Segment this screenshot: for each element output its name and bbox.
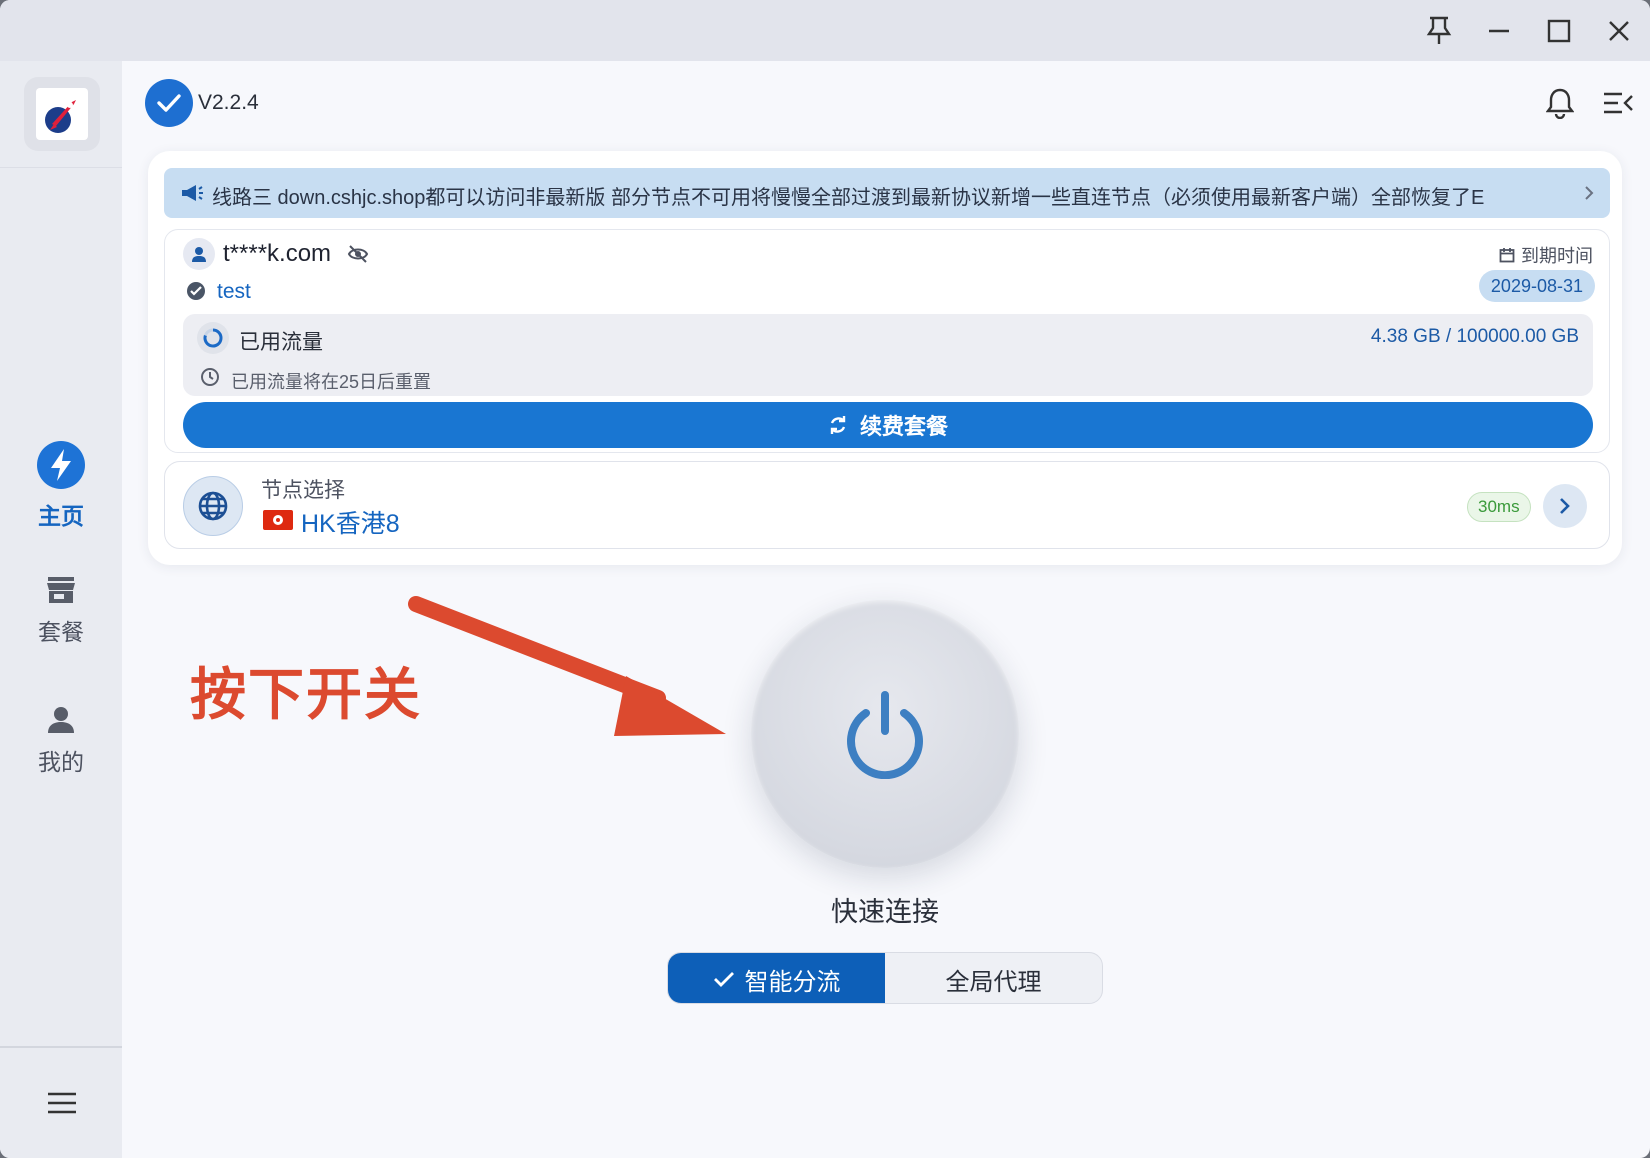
node-arrow-button[interactable] bbox=[1543, 484, 1587, 528]
check-icon bbox=[157, 94, 181, 112]
chevron-right-icon bbox=[1585, 186, 1594, 200]
minimize-icon bbox=[1489, 29, 1509, 33]
minimize-button[interactable] bbox=[1476, 8, 1522, 54]
account-info: t****k.com test 到期时间 2029-08-31 已用流量 4.3… bbox=[164, 229, 1610, 453]
mode-global-proxy[interactable]: 全局代理 bbox=[885, 953, 1102, 1003]
app-logo bbox=[24, 77, 100, 151]
expiry-label: 到期时间 bbox=[1499, 242, 1593, 268]
user-email: t****k.com bbox=[223, 240, 332, 267]
sidebar-menu-button[interactable] bbox=[40, 1081, 84, 1125]
menu-collapse-icon bbox=[1604, 92, 1633, 114]
renew-plan-button[interactable]: 续费套餐 bbox=[183, 402, 1593, 448]
latency-badge: 30ms bbox=[1467, 492, 1531, 522]
node-name: HK香港8 bbox=[301, 510, 400, 538]
globe-icon bbox=[198, 491, 228, 521]
sidebar-item-mine[interactable]: 我的 bbox=[0, 686, 122, 796]
hamburger-icon bbox=[48, 1092, 76, 1114]
node-selector[interactable]: 节点选择 HK香港8 30ms bbox=[164, 461, 1610, 549]
refresh-icon bbox=[830, 416, 846, 434]
check-icon bbox=[713, 972, 734, 987]
expiry-date-badge: 2029-08-31 bbox=[1478, 270, 1595, 302]
user-avatar bbox=[183, 238, 215, 270]
traffic-progress-ring bbox=[197, 322, 229, 354]
power-icon bbox=[847, 691, 923, 779]
menu-collapse-button[interactable] bbox=[1598, 83, 1638, 123]
calendar-icon bbox=[1499, 248, 1515, 263]
store-icon bbox=[47, 577, 75, 603]
sidebar-item-label: 套餐 bbox=[38, 619, 84, 645]
annotation-text: 按下开关 bbox=[190, 663, 422, 726]
header: V2.2.4 bbox=[122, 61, 1650, 151]
sidebar-item-label: 我的 bbox=[38, 749, 84, 775]
sidebar-bottom-divider bbox=[0, 1046, 122, 1048]
version-check-badge bbox=[145, 79, 193, 127]
eye-off-icon[interactable] bbox=[347, 244, 369, 264]
notifications-button[interactable] bbox=[1540, 83, 1580, 123]
mode-smart-split[interactable]: 智能分流 bbox=[668, 953, 885, 1003]
traffic-label: 已用流量 bbox=[239, 331, 323, 354]
traffic-value: 4.38 GB / 100000.00 GB bbox=[1370, 326, 1579, 347]
sidebar-item-label: 主页 bbox=[38, 503, 84, 529]
sidebar-item-plans[interactable]: 套餐 bbox=[0, 556, 122, 666]
annotation-arrow-icon bbox=[408, 596, 726, 736]
user-icon bbox=[192, 247, 206, 262]
node-caption: 节点选择 bbox=[261, 479, 345, 502]
mode-label: 智能分流 bbox=[744, 968, 841, 996]
verified-badge-icon bbox=[187, 282, 205, 300]
clock-icon bbox=[201, 368, 219, 386]
plan-name: test bbox=[217, 280, 251, 303]
lightning-icon bbox=[37, 441, 85, 489]
traffic-panel: 已用流量 4.38 GB / 100000.00 GB 已用流量将在25日后重置 bbox=[183, 314, 1593, 396]
traffic-reset-text: 已用流量将在25日后重置 bbox=[231, 372, 432, 392]
maximize-button[interactable] bbox=[1536, 8, 1582, 54]
title-bar bbox=[0, 0, 1650, 61]
hk-flag-icon bbox=[263, 510, 293, 530]
notice-banner[interactable]: 线路三 down.cshjc.shop都可以访问非最新版 部分节点不可用将慢慢全… bbox=[164, 168, 1610, 218]
account-card: 线路三 down.cshjc.shop都可以访问非最新版 部分节点不可用将慢慢全… bbox=[148, 151, 1622, 565]
maximize-icon bbox=[1547, 19, 1571, 43]
renew-plan-label: 续费套餐 bbox=[859, 414, 948, 439]
progress-ring-icon bbox=[203, 328, 223, 348]
close-icon bbox=[1609, 21, 1629, 41]
chevron-right-icon bbox=[1560, 498, 1570, 514]
close-button[interactable] bbox=[1596, 8, 1642, 54]
app-window: 主页 套餐 我的 V2.2.4 线路三 down.cshjc.shop都可以访问… bbox=[0, 0, 1650, 1158]
sidebar-item-home[interactable]: 主页 bbox=[0, 431, 122, 541]
sidebar: 主页 套餐 我的 bbox=[0, 61, 122, 1158]
bell-icon bbox=[1546, 88, 1574, 119]
megaphone-icon bbox=[182, 185, 203, 201]
routing-mode-switch: 智能分流 全局代理 bbox=[667, 952, 1103, 1004]
rocket-logo-icon bbox=[45, 100, 76, 133]
expiry-label-text: 到期时间 bbox=[1521, 246, 1593, 266]
person-icon bbox=[48, 707, 74, 733]
version-label: V2.2.4 bbox=[198, 91, 259, 114]
globe-badge bbox=[183, 476, 243, 536]
notice-text: 线路三 down.cshjc.shop都可以访问非最新版 部分节点不可用将慢慢全… bbox=[212, 187, 1485, 209]
pin-button[interactable] bbox=[1416, 8, 1462, 54]
power-toggle-button[interactable] bbox=[751, 600, 1019, 868]
pin-icon bbox=[1426, 16, 1452, 44]
quick-connect-label: 快速连接 bbox=[831, 897, 939, 927]
mode-label: 全局代理 bbox=[945, 968, 1042, 996]
sidebar-divider bbox=[0, 167, 122, 168]
